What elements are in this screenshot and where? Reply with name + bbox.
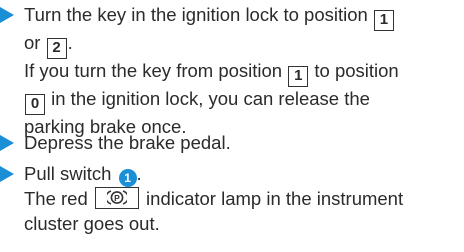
- step-1-text: Turn the key in the ignition lock to pos…: [24, 4, 368, 25]
- key-position-0: 0: [25, 94, 45, 115]
- step-1-note-to-position: to position: [314, 60, 399, 81]
- switch-number-badge: 1: [118, 169, 137, 187]
- bullet-arrow-icon: [0, 7, 14, 23]
- step-1-or: or: [24, 32, 41, 53]
- step-1-period: .: [67, 32, 73, 53]
- parking-brake-indicator-icon: P: [94, 187, 139, 209]
- parking-brake-symbol: P: [106, 190, 127, 205]
- step-1-line-1: Turn the key in the ignition lock to pos…: [24, 3, 460, 31]
- step-3-cluster-text: cluster goes out.: [24, 212, 160, 234]
- step-1-note-text: If you turn the key from position: [24, 60, 283, 81]
- instructions-page: Turn the key in the ignition lock to pos…: [0, 0, 464, 252]
- step-3-line-1: Pull switch 1.: [24, 162, 460, 187]
- step-3-the-red: The red: [24, 188, 88, 209]
- key-position-1-note: 1: [288, 66, 309, 87]
- step-1-line-4: 0 in the ignition lock, you can release …: [24, 87, 460, 115]
- bullet-arrow-icon: [0, 166, 14, 182]
- step-2-text: Depress the brake pedal.: [24, 132, 231, 153]
- key-position-1: 1: [373, 10, 394, 31]
- step-3-indicator-text: indicator lamp in the instrument: [146, 188, 404, 209]
- step-2: Depress the brake pedal.: [0, 131, 460, 156]
- step-3: Pull switch 1. The red P indicator lamp …: [0, 162, 460, 237]
- step-1-note-ignition: in the ignition lock, you can release th…: [51, 88, 370, 109]
- step-2-line-1: Depress the brake pedal.: [24, 131, 460, 156]
- step-3-period: .: [136, 163, 142, 184]
- step-1-line-3: If you turn the key from position 1 to p…: [24, 59, 460, 87]
- step-3-line-2: The red P indicator lamp in the instrume…: [24, 187, 460, 212]
- parking-lamp-letter: P: [114, 193, 120, 203]
- step-1: Turn the key in the ignition lock to pos…: [0, 3, 460, 140]
- bullet-arrow-icon: [0, 135, 14, 151]
- step-3-line-3: cluster goes out.: [24, 212, 460, 237]
- key-position-2: 2: [46, 38, 67, 59]
- step-1-line-2: or 2.: [24, 31, 460, 59]
- step-3-text: Pull switch: [24, 163, 112, 184]
